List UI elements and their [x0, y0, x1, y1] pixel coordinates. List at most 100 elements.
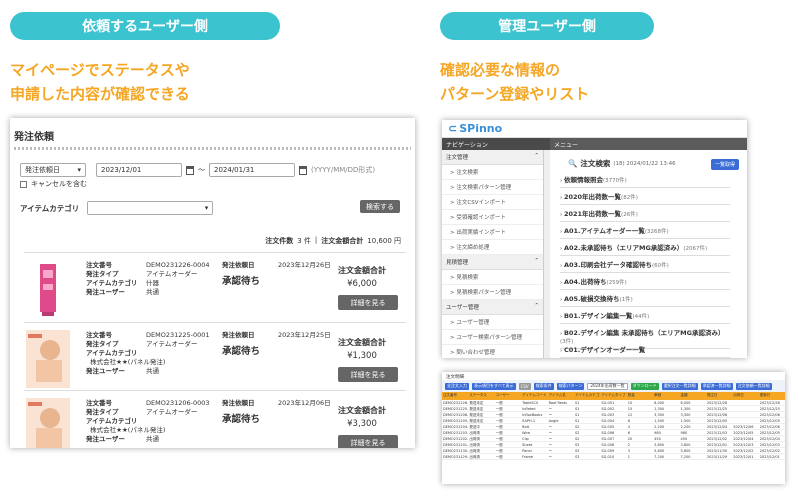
search-pattern-item[interactable]: › A01.アイテムオーダー一覧(3268件) — [560, 225, 730, 239]
column-header[interactable]: 出荷日 — [732, 392, 758, 400]
title-divider — [14, 147, 411, 150]
column-header[interactable]: アイテムカテゴリ — [574, 392, 600, 400]
table-cell: 2023/12/05 — [759, 431, 780, 435]
column-header[interactable]: ユーザー — [495, 392, 521, 400]
detail-button[interactable]: 詳細を見る — [338, 435, 398, 448]
sidebar-item[interactable]: > 注文検索パターン管理 — [442, 180, 543, 195]
toolbar-button[interactable]: 検索条件 — [533, 382, 554, 390]
table-cell: 1,300 — [680, 407, 691, 411]
order-number: DEMO231206-0003 — [146, 399, 210, 407]
column-header[interactable]: アイテムタイプ — [600, 392, 626, 400]
toolbar-button[interactable]: 承認済一覧詳細 — [700, 382, 733, 390]
sidebar-scrollbar[interactable] — [544, 150, 550, 358]
toolbar-button[interactable]: 表示項目をすべて表示 — [472, 382, 516, 390]
search-button[interactable]: 検索する — [360, 200, 400, 213]
table-cell: Bolt — [522, 425, 530, 429]
table-cell — [732, 418, 758, 423]
toolbar-button[interactable]: 選択注文一覧詳細 — [661, 382, 698, 390]
sidebar-item[interactable]: > ユーザー管理 — [442, 315, 543, 330]
search-pattern-item[interactable]: › A04.出荷待ち(259件) — [560, 276, 730, 290]
nav-group-header[interactable]: ユーザー管理 ⌃ — [442, 300, 543, 315]
cancel-checkbox[interactable] — [20, 180, 27, 188]
toolbar-button[interactable]: 注文依頼一覧詳細 — [735, 382, 772, 390]
column-header[interactable]: ステータス — [468, 392, 494, 400]
chevron-up-icon: ⌃ — [534, 258, 539, 264]
main-title: 注文検索 — [580, 159, 611, 168]
total-label: 注文金額合計 — [338, 266, 386, 275]
column-header[interactable]: 更新日 — [759, 392, 785, 400]
search-pattern-item[interactable]: › A02.未承認待ち（エリアMG承認済み）(2067件) — [560, 242, 730, 256]
table-cell: S3 — [574, 443, 580, 447]
sidebar-item[interactable]: > 受領確認インポート — [442, 210, 543, 225]
table-cell: 一般 — [495, 443, 503, 447]
search-pattern-item[interactable]: › A05.破損交換待ち(1件) — [560, 293, 730, 307]
table-cell: 3,300 — [680, 413, 691, 417]
fetch-list-button[interactable]: 一覧取得 — [710, 159, 739, 170]
search-pattern-item[interactable]: › C01.デザインオーダー一覧 — [560, 344, 730, 358]
table-cell: 8 — [627, 419, 630, 423]
table-cell: ー — [548, 407, 553, 411]
toolbar-button[interactable]: 全注文入力 — [445, 382, 469, 390]
column-header[interactable]: アイテム名 — [548, 392, 574, 400]
table-row[interactable]: DEMO231129-0001出荷済 一般 Frame ー S3 SG-010 1 7,200… — [442, 454, 785, 460]
user-side-headline: マイページでステータスや 申請した内容が確認できる — [10, 58, 190, 106]
detail-button[interactable]: 詳細を見る — [338, 367, 398, 382]
sidebar-item[interactable]: > 出荷実績インポート — [442, 225, 543, 240]
table-cell: 2023/12/01 — [759, 455, 780, 459]
sidebar-item[interactable]: > 見積検索 — [442, 270, 543, 285]
table-cell: Angle — [548, 419, 559, 423]
detail-button[interactable]: 詳細を見る — [338, 295, 398, 310]
toolbar-button[interactable]: 2024年出荷数一覧 — [587, 382, 628, 390]
search-pattern-item[interactable]: › 2021年出荷数一覧(26件) — [560, 208, 730, 222]
search-pattern-item[interactable]: › B01.デザイン編集一覧(44件) — [560, 310, 730, 324]
column-header[interactable]: 単価 — [653, 392, 679, 400]
table-cell: 出荷済 — [469, 431, 480, 435]
toolbar-button[interactable]: ダウンロード — [630, 382, 659, 390]
sidebar-item[interactable]: > 注文検索 — [442, 165, 543, 180]
table-cell: 2023/12/05 — [733, 431, 754, 435]
nav-group-header[interactable]: 見積管理 ⌃ — [442, 255, 543, 270]
table-cell: S1 — [574, 407, 580, 411]
column-header[interactable]: アイテムコード — [521, 392, 547, 400]
sidebar-item[interactable]: > 注文締め処理 — [442, 240, 543, 255]
date-from-input[interactable]: 2023/12/01 — [96, 163, 182, 177]
table-cell: 2 — [627, 443, 630, 447]
admin-side-pill: 管理ユーザー側 — [440, 12, 654, 40]
table-cell — [732, 412, 758, 417]
date-to-input[interactable]: 2024/01/31 — [209, 163, 295, 177]
date-type-select[interactable]: 発注依頼日 ▾ — [20, 163, 86, 177]
table-cell: Roof Rests — [548, 401, 567, 405]
table-header: 注文番号 ステータス ユーザー アイテムコード アイテム名 アイテムカテゴリ アイテムタイプ… — [442, 392, 785, 400]
status-badge: 承認待ち — [222, 276, 261, 287]
sidebar-item[interactable]: > 注文CSVインポート — [442, 195, 543, 210]
table-cell: 1,300 — [654, 407, 665, 411]
table-cell: Inflated — [522, 407, 536, 411]
table-cell: 2023/12/03 — [706, 431, 728, 435]
toolbar-button[interactable]: CSV — [518, 382, 531, 390]
table-cell: 2,200 — [654, 425, 665, 429]
sidebar-item[interactable]: > ユーザー検索パターン管理 — [442, 330, 543, 345]
calendar-icon[interactable] — [299, 165, 307, 175]
table-cell: 2023/12/02 — [706, 437, 728, 441]
page-title: 発注依頼 — [14, 132, 54, 143]
table-cell: 3,800 — [680, 443, 691, 447]
order-row: 注文番号 発注タイプ アイテムカテゴリ 株式会社★★(パネル発注) 発注ユーザー DE… — [24, 390, 406, 448]
search-icon: 🔍 — [568, 159, 578, 168]
column-header[interactable]: 数量 — [627, 392, 653, 400]
search-pattern-item[interactable]: › 依頼情報照会(3770件) — [560, 174, 730, 188]
table-cell: 1,500 — [680, 419, 691, 423]
nav-group-header[interactable]: 注文管理 ⌃ — [442, 150, 543, 165]
column-header[interactable]: 注文番号 — [442, 392, 468, 400]
sidebar-item[interactable]: > 問い合わせ管理 — [442, 345, 543, 358]
column-header[interactable]: 金額 — [680, 392, 706, 400]
search-pattern-item[interactable]: › 2020年出荷数一覧(82件) — [560, 191, 730, 205]
sidebar-item[interactable]: > 見積検索パターン管理 — [442, 285, 543, 300]
calendar-icon[interactable] — [186, 165, 194, 175]
toolbar-button[interactable]: 検索パターン — [556, 382, 585, 390]
table-cell: 450 — [680, 437, 688, 441]
column-header[interactable]: 発注日 — [706, 392, 732, 400]
table-cell: InfloxBooks — [522, 413, 543, 417]
search-pattern-item[interactable]: › A03.印刷会社データ確認待ち(60件) — [560, 259, 730, 273]
item-category-select[interactable]: ▾ — [87, 201, 214, 215]
table-cell: 発送未定 — [469, 401, 484, 405]
